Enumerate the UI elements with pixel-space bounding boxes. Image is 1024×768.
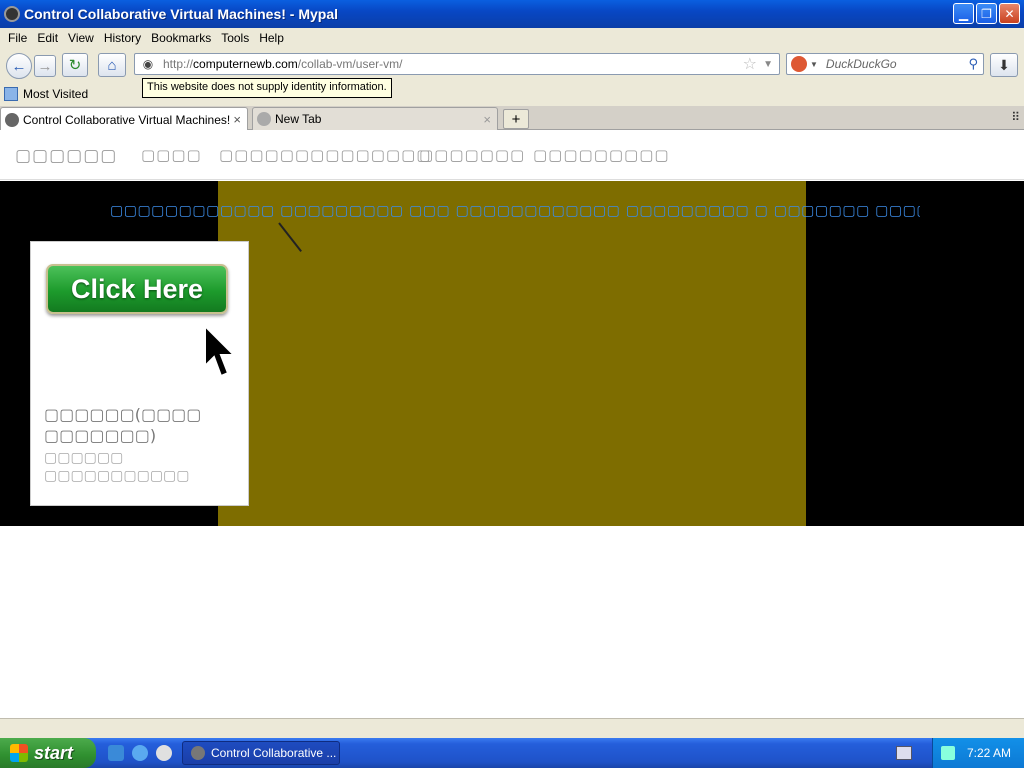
hero-image-area [218,181,806,526]
home-icon: ⌂ [107,56,117,74]
forward-button[interactable]: → [34,55,56,77]
close-tab-icon[interactable]: × [233,112,241,127]
system-tray: 7:22 AM [932,738,1024,768]
tab-label: Control Collaborative Virtual Machines! [23,112,231,127]
search-engine-dropdown-icon[interactable]: ▼ [810,60,818,69]
collab-vm-favicon [191,746,205,760]
close-tab-icon[interactable]: × [483,112,491,127]
back-arrow-icon: ← [11,57,27,75]
window-controls: ▁ ❐ ✕ [953,3,1020,24]
menu-tools[interactable]: Tools [221,31,249,45]
list-all-tabs-icon[interactable]: ⠿ [1011,110,1020,124]
url-bar[interactable]: ◉ http://computernewb.com/collab-vm/user… [134,53,780,75]
restore-button[interactable]: ❐ [976,3,997,24]
click-here-button[interactable]: Click Here [46,264,228,314]
quick-launch-explorer-icon[interactable] [108,745,124,761]
menu-edit[interactable]: Edit [37,31,58,45]
menu-history[interactable]: History [104,31,141,45]
card-title: ▢▢▢▢▢▢(▢▢▢▢ ▢▢▢▢▢▢▢) [44,405,202,445]
mouse-cursor-icon [204,324,237,378]
minimize-button[interactable]: ▁ [953,3,974,24]
quick-launch-ie-icon[interactable] [132,745,148,761]
menu-file[interactable]: File [8,31,27,45]
menu-help[interactable]: Help [259,31,284,45]
window-title: Control Collaborative Virtual Machines! … [24,6,339,22]
tab-new-tab[interactable]: New Tab × [252,107,498,130]
url-dropdown-icon[interactable]: ▼ [763,59,773,70]
quick-launch-media-icon[interactable] [156,745,172,761]
bookmark-star-icon[interactable]: ☆ [743,54,757,74]
globe-favicon [257,112,271,126]
site-nav-link[interactable]: ▢▢▢▢▢▢▢ [419,146,525,164]
downloads-button[interactable]: ⬇ [990,53,1018,77]
identity-tooltip: This website does not supply identity in… [142,78,392,98]
home-button[interactable]: ⌂ [98,53,126,77]
download-icon: ⬇ [998,56,1010,73]
menu-bookmarks[interactable]: Bookmarks [151,31,211,45]
search-bar[interactable]: ▼ DuckDuckGo ⚲ [786,53,984,75]
navigation-toolbar: ← → ↻ ⌂ ◉ http://computernewb.com/collab… [0,48,1024,82]
back-button[interactable]: ← [6,53,32,79]
site-nav-link[interactable]: ▢▢▢▢▢▢▢▢▢▢▢▢▢▢ [219,146,431,164]
duckduckgo-icon[interactable] [791,56,807,72]
start-label: start [34,742,74,763]
site-navigation: ▢▢▢▢▢▢ ▢▢▢▢ ▢▢▢▢▢▢▢▢▢▢▢▢▢▢ ▢▢▢▢▢▢▢ ▢▢▢▢▢… [0,130,1024,180]
tab-label: New Tab [275,112,322,126]
promo-card: Click Here ▢▢▢▢▢▢(▢▢▢▢ ▢▢▢▢▢▢▢) ▢▢▢▢▢▢ ▢… [30,241,249,506]
most-visited-bookmark[interactable]: Most Visited [23,87,88,101]
site-logo-link[interactable]: ▢▢▢▢▢▢ [15,146,117,166]
network-icon[interactable] [941,746,955,760]
windows-logo-icon [10,744,28,762]
hero-headline: ▢▢▢▢▢▢▢▢▢▢▢▢ ▢▢▢▢▢▢▢▢▢ ▢▢▢ ▢▢▢▢▢▢▢▢▢▢▢▢ … [110,203,920,219]
menu-bar: File Edit View History Bookmarks Tools H… [0,28,1024,48]
forward-arrow-icon: → [37,57,53,75]
site-identity-icon[interactable]: ◉ [139,56,157,72]
card-subtitle: ▢▢▢▢▢▢ ▢▢▢▢▢▢▢▢▢▢▢ [44,450,190,484]
url-text[interactable]: http://computernewb.com/collab-vm/user-v… [163,57,402,71]
reload-icon: ↻ [68,57,82,74]
browser-status-bar [0,718,1024,738]
collab-vm-favicon [5,112,19,127]
keyboard-icon[interactable] [896,746,912,760]
tab-strip: Control Collaborative Virtual Machines! … [0,106,1024,131]
url-path: /collab-vm/user-vm/ [297,57,403,71]
clock[interactable]: 7:22 AM [967,746,1011,760]
close-window-button[interactable]: ✕ [999,3,1020,24]
tab-collab-vm[interactable]: Control Collaborative Virtual Machines! … [0,107,248,131]
taskbar-window-label: Control Collaborative ... [211,746,337,760]
mypal-app-icon [4,6,20,22]
search-icon[interactable]: ⚲ [968,56,978,72]
window-titlebar: Control Collaborative Virtual Machines! … [0,0,1024,28]
most-visited-icon [4,87,18,101]
search-input[interactable]: DuckDuckGo [826,57,897,71]
site-nav-link[interactable]: ▢▢▢▢ [141,146,202,164]
site-nav-link[interactable]: ▢▢▢▢▢▢▢▢▢ [533,146,670,164]
start-button[interactable]: start [0,738,96,768]
url-prefix: http:// [163,57,194,71]
windows-taskbar: start Control Collaborative ... 7:22 AM [0,738,1024,768]
url-domain: computernewb.com [193,57,298,71]
new-tab-button[interactable]: + [503,109,529,129]
reload-button[interactable]: ↻ [62,53,88,77]
taskbar-window-button[interactable]: Control Collaborative ... [182,741,340,765]
menu-view[interactable]: View [68,31,94,45]
